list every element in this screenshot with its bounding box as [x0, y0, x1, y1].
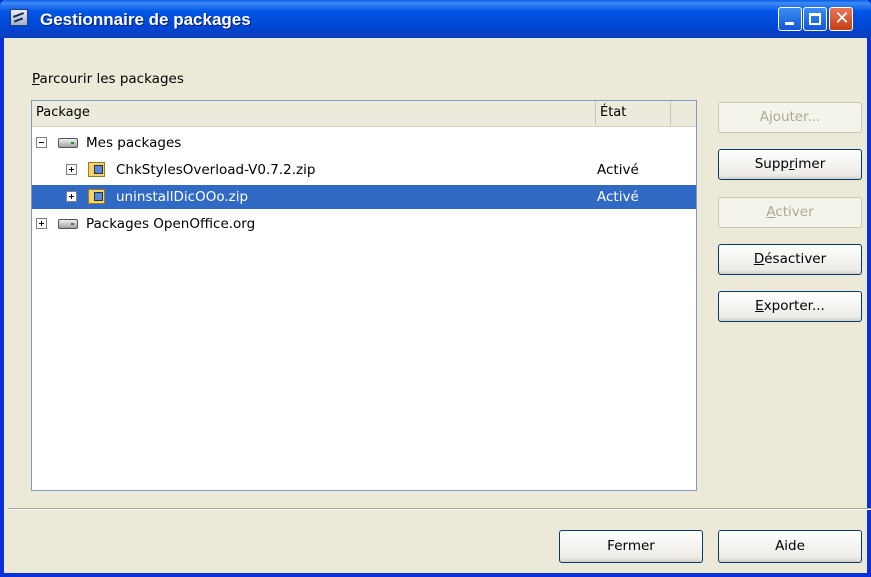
expand-icon[interactable]: [36, 218, 47, 229]
package-tree-list[interactable]: Package État Mes packages ChkStylesOverlo…: [31, 100, 697, 491]
drive-icon: [58, 138, 78, 148]
list-header: Package État: [32, 101, 696, 127]
disable-button[interactable]: Désactiver: [718, 244, 862, 275]
collapse-icon[interactable]: [36, 137, 47, 148]
tree-row-label: uninstallDicOOo.zip: [116, 189, 249, 205]
minimize-button[interactable]: [778, 7, 802, 31]
footer-separator: [8, 508, 871, 510]
tree-row[interactable]: Packages OpenOffice.org: [32, 212, 696, 236]
export-button[interactable]: Exporter...: [718, 291, 862, 322]
add-button[interactable]: Ajouter...: [718, 102, 862, 133]
close-dialog-button[interactable]: Fermer: [559, 530, 703, 563]
close-button[interactable]: ✕: [829, 7, 853, 31]
tree-row[interactable]: uninstallDicOOo.zip Activé: [32, 185, 696, 209]
tree-row-state: Activé: [597, 189, 639, 205]
help-button[interactable]: Aide: [718, 530, 862, 563]
zip-package-icon: [88, 189, 105, 204]
tree-row[interactable]: Mes packages: [32, 131, 696, 155]
maximize-button[interactable]: [803, 7, 827, 31]
tree-row[interactable]: ChkStylesOverload-V0.7.2.zip Activé: [32, 158, 696, 182]
minimize-icon: [785, 22, 794, 25]
window-title: Gestionnaire de packages: [40, 10, 251, 29]
zip-package-icon: [88, 162, 105, 177]
enable-button[interactable]: Activer: [718, 197, 862, 228]
app-icon: [10, 9, 28, 26]
tree-row-label: Packages OpenOffice.org: [86, 216, 256, 232]
column-header-package[interactable]: Package: [32, 101, 596, 125]
tree-row-label: Mes packages: [86, 135, 182, 151]
expand-icon[interactable]: [66, 191, 77, 202]
tree-row-label: ChkStylesOverload-V0.7.2.zip: [116, 162, 316, 178]
remove-button[interactable]: Supprimer: [718, 149, 862, 180]
maximize-icon: [809, 13, 821, 25]
expand-icon[interactable]: [66, 164, 77, 175]
column-header-state[interactable]: État: [596, 101, 671, 125]
browse-packages-label: Parcourir les packages: [32, 71, 184, 87]
title-bar[interactable]: Gestionnaire de packages ✕: [0, 0, 871, 38]
drive-icon: [58, 219, 78, 229]
close-icon: ✕: [834, 8, 850, 29]
tree-row-state: Activé: [597, 162, 639, 178]
package-manager-dialog: Gestionnaire de packages ✕ Parcourir les…: [0, 0, 871, 577]
